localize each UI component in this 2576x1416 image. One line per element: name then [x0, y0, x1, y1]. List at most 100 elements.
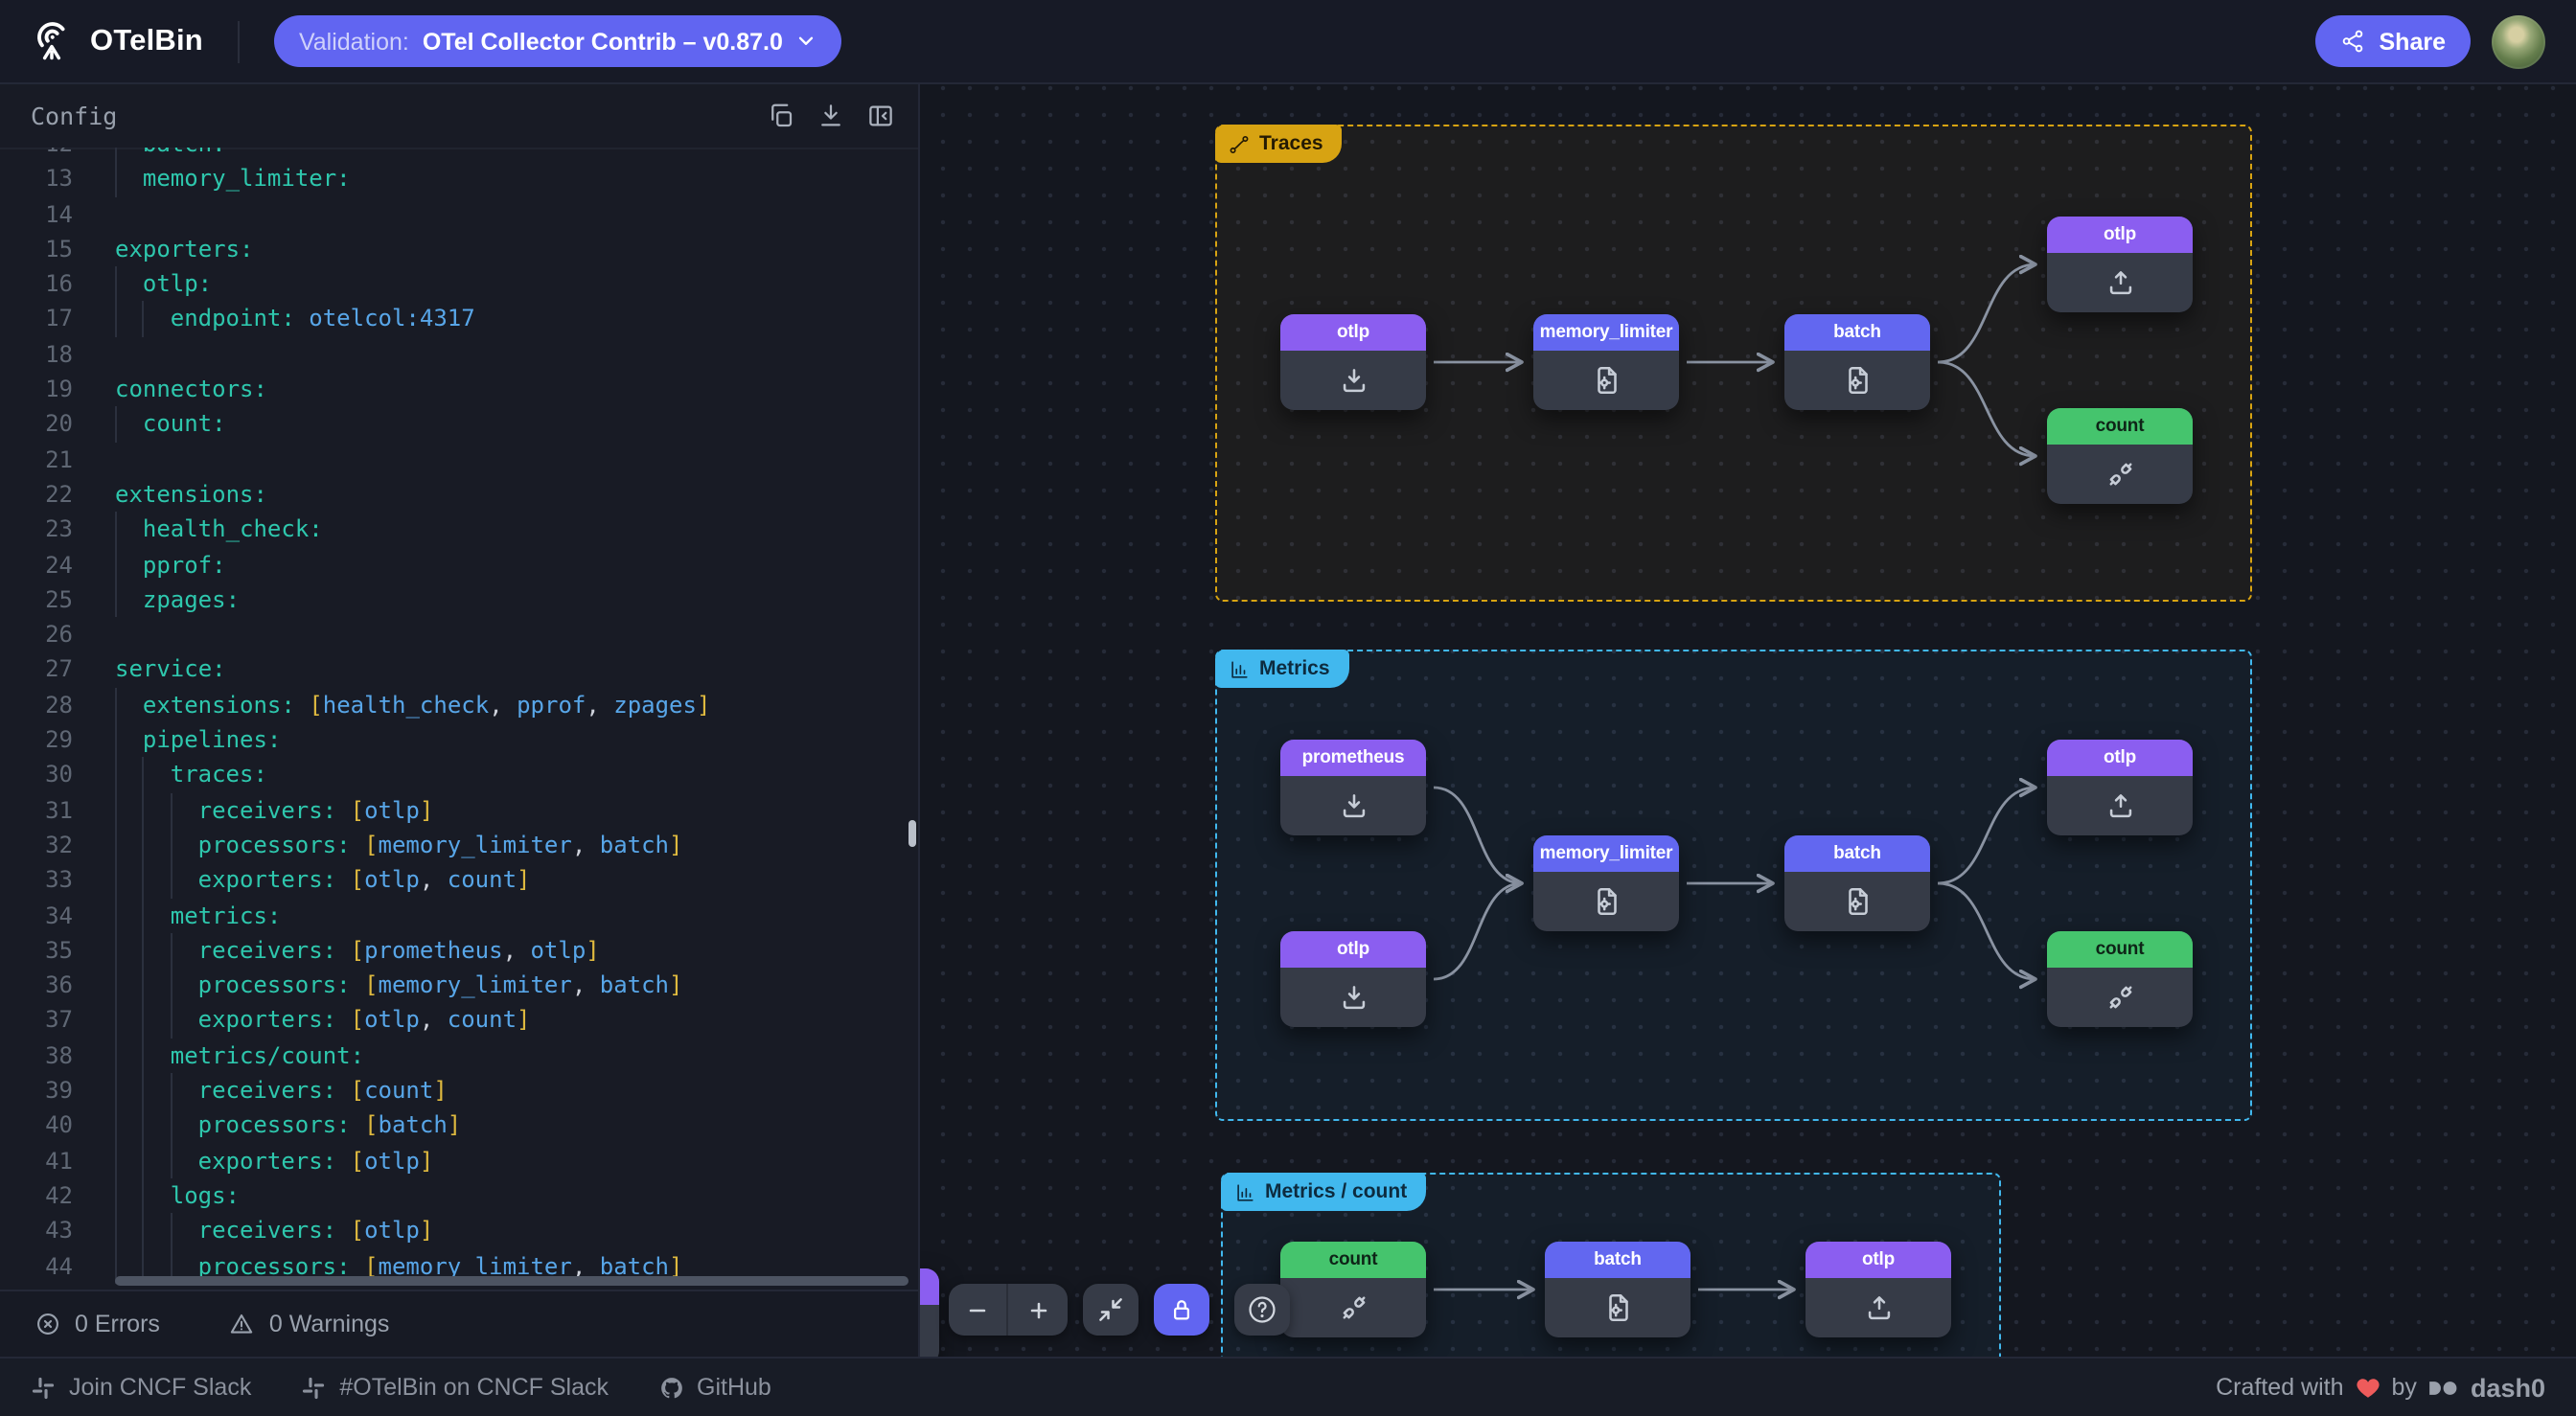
code-text: otlp: [143, 266, 212, 302]
code-lines: 12batch:13memory_limiter:1415exporters:1… [0, 148, 918, 1284]
config-editor-panel: Config 12batch:13memory_limiter:1415expo… [0, 84, 920, 1357]
indent-guide [171, 1143, 172, 1178]
indent-guide [171, 862, 172, 898]
footer-link-github[interactable]: GitHub [658, 1374, 771, 1401]
code-line: 12batch: [0, 148, 918, 162]
brand-link[interactable]: OTelBin [31, 20, 203, 62]
node-t-ml[interactable]: memory_limiter [1533, 314, 1679, 410]
edges-layer [920, 84, 2576, 1357]
node-m-count[interactable]: count [2047, 931, 2193, 1027]
node-label: otlp [1280, 314, 1426, 351]
indent-guide [115, 1073, 117, 1108]
share-button[interactable]: Share [2316, 15, 2472, 67]
indent-guide [115, 968, 117, 1003]
footer-link-join-cncf-slack[interactable]: Join CNCF Slack [31, 1374, 251, 1401]
line-number: 41 [0, 1143, 73, 1178]
code-editor[interactable]: 12batch:13memory_limiter:1415exporters:1… [0, 148, 918, 1290]
lock-button[interactable] [1154, 1284, 1209, 1336]
line-number: 17 [0, 302, 73, 337]
indent-guide [171, 933, 172, 969]
download-tray-icon [1280, 968, 1426, 1027]
download-tray-icon [1280, 776, 1426, 835]
code-text: endpoint: otelcol:4317 [171, 302, 475, 337]
node-label: count [2047, 931, 2193, 968]
line-number: 43 [0, 1213, 73, 1248]
fit-view-button[interactable] [1083, 1284, 1138, 1336]
minus-button[interactable] [949, 1284, 1008, 1336]
file-process-icon [1545, 1278, 1690, 1337]
code-text: metrics/count: [171, 1038, 364, 1073]
code-line: 16 otlp: [0, 266, 918, 302]
indent-guide [143, 1038, 145, 1073]
code-line: 20count: [0, 407, 918, 443]
node-mc-otlp[interactable]: otlp [1806, 1242, 1951, 1337]
indent-guide [115, 688, 117, 723]
plug-icon [1280, 1278, 1426, 1337]
vertical-scrollbar[interactable] [908, 820, 916, 847]
node-m-ml[interactable]: memory_limiter [1533, 835, 1679, 931]
node-m-prom[interactable]: prometheus [1280, 740, 1426, 835]
line-number: 44 [0, 1248, 73, 1284]
node-m-batch[interactable]: batch [1784, 835, 1930, 931]
copy-icon[interactable] [767, 102, 795, 130]
line-number: 16 [0, 266, 73, 302]
file-process-icon [1784, 351, 1930, 410]
node-clipped-otlp[interactable]: otlp [920, 1268, 939, 1357]
pipeline-graph-canvas[interactable]: TracesMetricsMetrics / countotlpmemory_l… [920, 84, 2576, 1357]
code-line: 26 [0, 617, 918, 652]
editor-toolbar [767, 102, 895, 130]
user-avatar[interactable] [2492, 14, 2545, 68]
node-label: prometheus [1280, 740, 1426, 776]
line-number: 38 [0, 1038, 73, 1073]
collapse-panel-icon[interactable] [866, 102, 895, 130]
indent-guide [171, 828, 172, 863]
indent-guide [143, 828, 145, 863]
node-label: otlp [1806, 1242, 1951, 1278]
code-line: 24pprof: [0, 547, 918, 582]
footer-link--otelbin-on-cncf-slack[interactable]: #OTelBin on CNCF Slack [301, 1374, 609, 1401]
line-number: 22 [0, 477, 73, 513]
node-m-otlp[interactable]: otlp [1280, 931, 1426, 1027]
help-button[interactable] [1234, 1284, 1290, 1336]
indent-guide [143, 1143, 145, 1178]
node-t-batch[interactable]: batch [1784, 314, 1930, 410]
node-mc-batch[interactable]: batch [1545, 1242, 1690, 1337]
code-text: processors: [memory_limiter, batch] [198, 968, 683, 1003]
code-text: connectors: [115, 372, 267, 407]
code-text: receivers: [otlp] [198, 792, 434, 828]
header-divider [238, 20, 240, 62]
indent-guide [171, 1108, 172, 1144]
heart-icon [2356, 1375, 2380, 1400]
indent-guide [115, 828, 117, 863]
code-line: 19connectors: [0, 372, 918, 407]
indent-guide [171, 1213, 172, 1248]
code-line: 27service: [0, 652, 918, 688]
line-number: 28 [0, 688, 73, 723]
code-line: 43 receivers: [otlp] [0, 1213, 918, 1248]
validation-dropdown[interactable]: Validation: OTel Collector Contrib – v0.… [274, 15, 842, 67]
otelbin-logo-icon [31, 20, 73, 62]
node-t-otlp[interactable]: otlp [1280, 314, 1426, 410]
node-t-otlp-e[interactable]: otlp [2047, 217, 2193, 312]
horizontal-scrollbar[interactable] [115, 1276, 908, 1286]
edge-m-otlp-to-m-ml [1434, 883, 1522, 979]
line-number: 32 [0, 828, 73, 863]
line-number: 15 [0, 232, 73, 267]
indent-guide [115, 302, 117, 337]
code-text: receivers: [otlp] [198, 1213, 434, 1248]
validation-value: OTel Collector Contrib – v0.87.0 [423, 28, 783, 55]
indent-guide [115, 266, 117, 302]
edge-m-batch-to-m-count [1938, 883, 2036, 979]
line-number: 24 [0, 547, 73, 582]
code-line: 13memory_limiter: [0, 162, 918, 197]
github-icon [658, 1375, 683, 1400]
zoom-control-pair [949, 1284, 1068, 1336]
node-t-count[interactable]: count [2047, 408, 2193, 504]
code-line: 38 metrics/count: [0, 1038, 918, 1073]
plus-button[interactable] [1008, 1284, 1068, 1336]
node-mc-count[interactable]: count [1280, 1242, 1426, 1337]
line-number: 21 [0, 442, 73, 477]
download-icon[interactable] [816, 102, 845, 130]
node-m-otlp-e[interactable]: otlp [2047, 740, 2193, 835]
indent-guide [143, 862, 145, 898]
